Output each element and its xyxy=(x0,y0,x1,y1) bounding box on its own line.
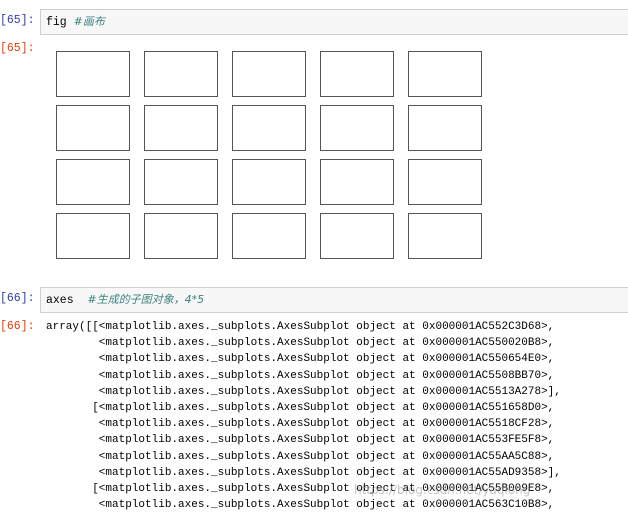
subplot-axes xyxy=(56,159,130,205)
output-line: [<matplotlib.axes._subplots.AxesSubplot … xyxy=(46,402,555,415)
code-comment: #生成的子图对象，4*5 xyxy=(87,293,205,306)
code-input-cell[interactable]: axes #生成的子图对象，4*5 xyxy=(40,287,628,313)
subplot-axes xyxy=(320,51,394,97)
input-prompt-65: [65]: xyxy=(0,14,35,27)
output-line: <matplotlib.axes._subplots.AxesSubplot o… xyxy=(46,450,555,463)
output-prompt-66: [66]: xyxy=(0,320,35,333)
subplot-axes xyxy=(232,105,306,151)
subplot-axes xyxy=(320,105,394,151)
subplot-axes xyxy=(144,159,218,205)
watermark: https://blog.csdn.net/yaqiong xyxy=(354,483,531,497)
output-line: <matplotlib.axes._subplots.AxesSubplot o… xyxy=(46,499,555,512)
output-line: <matplotlib.axes._subplots.AxesSubplot o… xyxy=(46,418,555,431)
subplot-axes xyxy=(232,159,306,205)
subplot-axes xyxy=(408,51,482,97)
output-line: <matplotlib.axes._subplots.AxesSubplot o… xyxy=(46,337,555,350)
code-text: axes xyxy=(46,294,88,307)
output-line: array([[<matplotlib.axes._subplots.AxesS… xyxy=(46,321,555,333)
output-line: <matplotlib.axes._subplots.AxesSubplot o… xyxy=(46,369,555,382)
output-line: <matplotlib.axes._subplots.AxesSubplot o… xyxy=(46,385,561,398)
subplot-axes xyxy=(56,51,130,97)
subplot-axes xyxy=(232,213,306,259)
code-input-cell[interactable]: fig #画布 xyxy=(40,9,628,35)
subplot-axes xyxy=(56,213,130,259)
subplot-axes xyxy=(144,105,218,151)
output-prompt-65: [65]: xyxy=(0,42,35,55)
subplot-axes xyxy=(56,105,130,151)
subplot-axes xyxy=(408,159,482,205)
subplot-axes xyxy=(320,213,394,259)
subplot-axes xyxy=(408,105,482,151)
output-line: <matplotlib.axes._subplots.AxesSubplot o… xyxy=(46,434,555,447)
input-prompt-66: [66]: xyxy=(0,292,35,305)
subplot-axes xyxy=(320,159,394,205)
code-text: fig xyxy=(46,16,74,29)
output-line: <matplotlib.axes._subplots.AxesSubplot o… xyxy=(46,466,561,479)
subplot-axes xyxy=(408,213,482,259)
subplot-axes xyxy=(144,213,218,259)
subplot-axes xyxy=(232,51,306,97)
output-line: <matplotlib.axes._subplots.AxesSubplot o… xyxy=(46,353,555,366)
code-comment: #画布 xyxy=(73,15,105,28)
subplot-axes xyxy=(144,51,218,97)
